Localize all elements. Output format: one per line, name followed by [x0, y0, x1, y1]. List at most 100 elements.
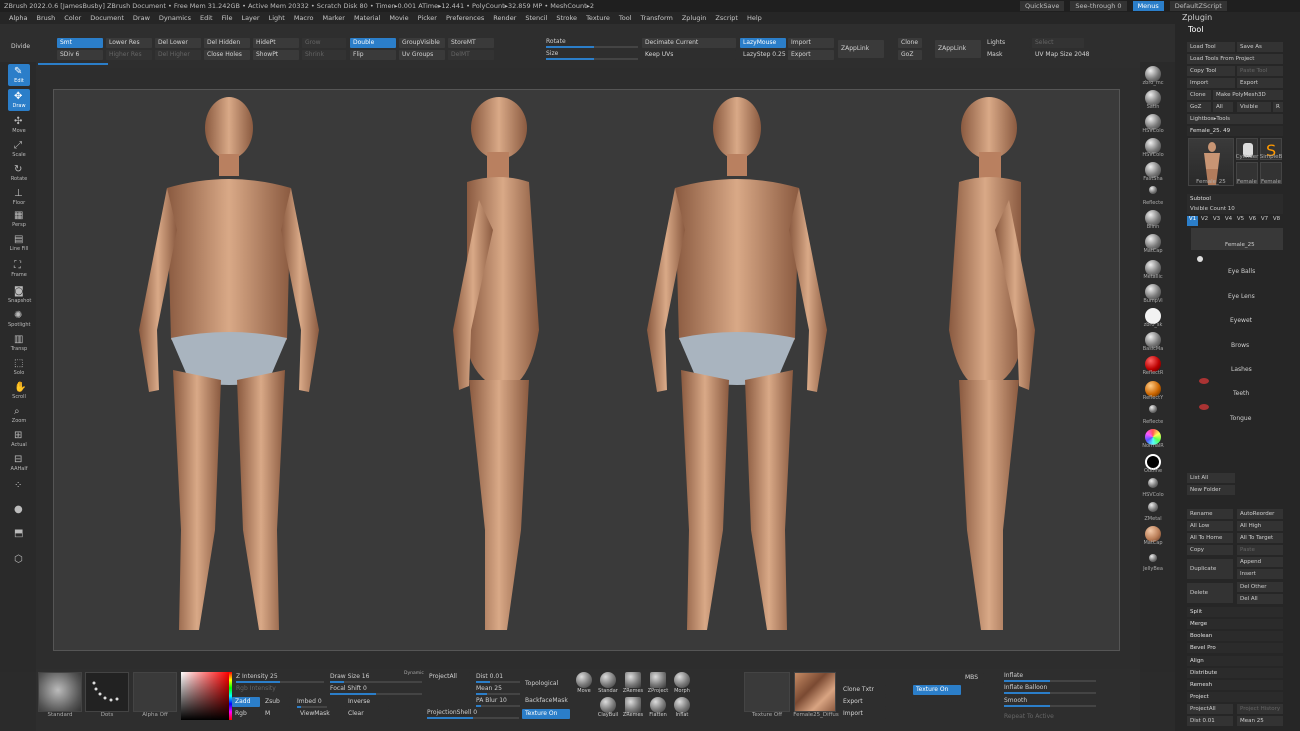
menu-preferences[interactable]: Preferences: [446, 14, 484, 22]
bevel-pro-section[interactable]: Bevel Pro: [1187, 643, 1283, 653]
menu-movie[interactable]: Movie: [389, 14, 408, 22]
zsub-toggle[interactable]: Zsub: [262, 697, 290, 707]
clone-button[interactable]: Clone: [898, 38, 922, 48]
del-hidden-button[interactable]: Del Hidden: [204, 38, 250, 48]
rgb-toggle[interactable]: Rgb: [232, 709, 260, 719]
menu-brush[interactable]: Brush: [36, 14, 55, 22]
menu-macro[interactable]: Macro: [294, 14, 314, 22]
tool-dist-slider[interactable]: Dist 0.01: [1187, 716, 1233, 726]
clone-txtr-button[interactable]: Clone Txtr: [840, 685, 886, 695]
edit-mode-button[interactable]: ✎ Edit: [8, 64, 30, 86]
viewport-canvas[interactable]: [53, 89, 1120, 651]
brush-flatten[interactable]: [650, 697, 666, 713]
remesh-section[interactable]: Remesh: [1187, 680, 1283, 690]
menu-draw[interactable]: Draw: [133, 14, 150, 22]
lazystep-slider[interactable]: LazyStep 0.25: [740, 50, 786, 60]
backfacemask-label[interactable]: BackfaceMask: [525, 697, 568, 704]
see-through-slider[interactable]: See-through 0: [1070, 1, 1127, 11]
tool-clone-button[interactable]: Clone: [1187, 90, 1211, 100]
menu-zscript[interactable]: Zscript: [715, 14, 738, 22]
smt-toggle[interactable]: Smt: [57, 38, 103, 48]
align-section[interactable]: Align: [1187, 656, 1283, 666]
current-tool-slider[interactable]: Female_25. 49: [1187, 126, 1283, 136]
menu-alpha[interactable]: Alpha: [9, 14, 27, 22]
tool-goz-button[interactable]: GoZ: [1187, 102, 1211, 112]
showpt-button[interactable]: ShowPt: [253, 50, 299, 60]
texture-on-toggle-2[interactable]: Texture On: [913, 685, 961, 695]
version-v2[interactable]: V2: [1199, 216, 1210, 226]
dynamic-label[interactable]: Dynamic: [404, 671, 424, 676]
ghost-button[interactable]: ⬒: [8, 526, 30, 548]
tool-mean-slider[interactable]: Mean 25: [1237, 716, 1283, 726]
menu-transform[interactable]: Transform: [641, 14, 673, 22]
dynamic-button[interactable]: ⁘: [8, 478, 30, 500]
save-as-button[interactable]: Save As: [1237, 42, 1283, 52]
snapshot-button[interactable]: ◙ Snapshot: [8, 284, 31, 306]
version-v8[interactable]: V8: [1271, 216, 1282, 226]
version-v4[interactable]: V4: [1223, 216, 1234, 226]
default-script-button[interactable]: DefaultZScript: [1169, 1, 1227, 11]
menu-file[interactable]: File: [222, 14, 233, 22]
repeat-to-active-button[interactable]: Repeat To Active: [1004, 713, 1054, 720]
texture-import-button[interactable]: Import: [840, 709, 886, 719]
menu-tool[interactable]: Tool: [619, 14, 632, 22]
goz-all-button[interactable]: All: [1213, 102, 1233, 112]
draw-size-slider[interactable]: [330, 681, 422, 683]
sdiv-slider[interactable]: SDiv 6: [57, 50, 103, 60]
texture-on-toggle[interactable]: Texture On: [522, 709, 570, 719]
distribute-section[interactable]: Distribute: [1187, 668, 1283, 678]
brush-thumbnail[interactable]: [38, 672, 82, 712]
texture-thumbnail[interactable]: [744, 672, 790, 712]
sdiv-slider-track[interactable]: [38, 63, 108, 65]
export-button[interactable]: Export: [788, 50, 834, 60]
load-tools-from-project-button[interactable]: Load Tools From Project: [1187, 54, 1283, 64]
color-picker[interactable]: [181, 672, 229, 720]
close-holes-button[interactable]: Close Holes: [204, 50, 250, 60]
import-button[interactable]: Import: [788, 38, 834, 48]
subtool-item-lashes[interactable]: Lashes: [1231, 366, 1252, 373]
draw-mode-button[interactable]: ✥ Draw: [8, 89, 30, 111]
scroll-button[interactable]: ✋ Scroll: [8, 380, 30, 402]
groupvisible-button[interactable]: GroupVisible: [399, 38, 445, 48]
shrink-button[interactable]: Shrink: [302, 50, 346, 60]
menu-document[interactable]: Document: [90, 14, 124, 22]
projectionshell-slider[interactable]: [427, 717, 519, 719]
brush-zremesher[interactable]: [625, 672, 641, 688]
higher-res-button[interactable]: Higher Res: [106, 50, 152, 60]
zoom-button[interactable]: ⌕ Zoom: [8, 404, 30, 426]
subtool-item-teeth[interactable]: Teeth: [1233, 390, 1249, 397]
rename-button[interactable]: Rename: [1187, 509, 1233, 519]
material-swatch-21[interactable]: [1149, 554, 1157, 562]
version-v3[interactable]: V3: [1211, 216, 1222, 226]
copy-tool-button[interactable]: Copy Tool: [1187, 66, 1235, 76]
subtool-item-eyewet[interactable]: Eyewet: [1230, 317, 1252, 324]
menu-help[interactable]: Help: [747, 14, 762, 22]
version-v6[interactable]: V6: [1247, 216, 1258, 226]
brush-claybuildup[interactable]: [600, 697, 616, 713]
viewmask-button[interactable]: ViewMask: [297, 709, 341, 719]
brush-morph[interactable]: [674, 672, 690, 688]
delmt-button[interactable]: DelMT: [448, 50, 494, 60]
inflate-balloon-slider[interactable]: [1004, 692, 1096, 694]
zplugin-header[interactable]: Zplugin: [1182, 13, 1212, 22]
move-mode-button[interactable]: ✣ Move: [8, 114, 30, 136]
subtool-paste-button[interactable]: Paste: [1237, 545, 1283, 555]
divide-button[interactable]: Divide: [8, 42, 52, 52]
tool-header[interactable]: Tool: [1188, 25, 1204, 34]
material-swatch-19[interactable]: [1148, 502, 1158, 512]
all-to-home-button[interactable]: All To Home: [1187, 533, 1233, 543]
diffuse-texture-thumbnail[interactable]: [794, 672, 836, 712]
menu-color[interactable]: Color: [64, 14, 81, 22]
all-to-target-button[interactable]: All To Target: [1237, 533, 1283, 543]
keep-uvs-toggle[interactable]: Keep UVs: [642, 50, 736, 60]
del-other-button[interactable]: Del Other: [1237, 582, 1283, 592]
goz-visible-button[interactable]: Visible: [1237, 102, 1271, 112]
material-swatch-18[interactable]: [1148, 478, 1158, 488]
lazymouse-toggle[interactable]: LazyMouse: [740, 38, 786, 48]
menu-zplugin[interactable]: Zplugin: [682, 14, 707, 22]
lightbox-tools-button[interactable]: Lightbox▸Tools: [1187, 114, 1283, 124]
xpose-button[interactable]: ⬡: [8, 552, 30, 574]
version-v5[interactable]: V5: [1235, 216, 1246, 226]
insert-button[interactable]: Insert: [1237, 569, 1283, 579]
subtool-item-eye-lens[interactable]: Eye Lens: [1228, 293, 1255, 300]
